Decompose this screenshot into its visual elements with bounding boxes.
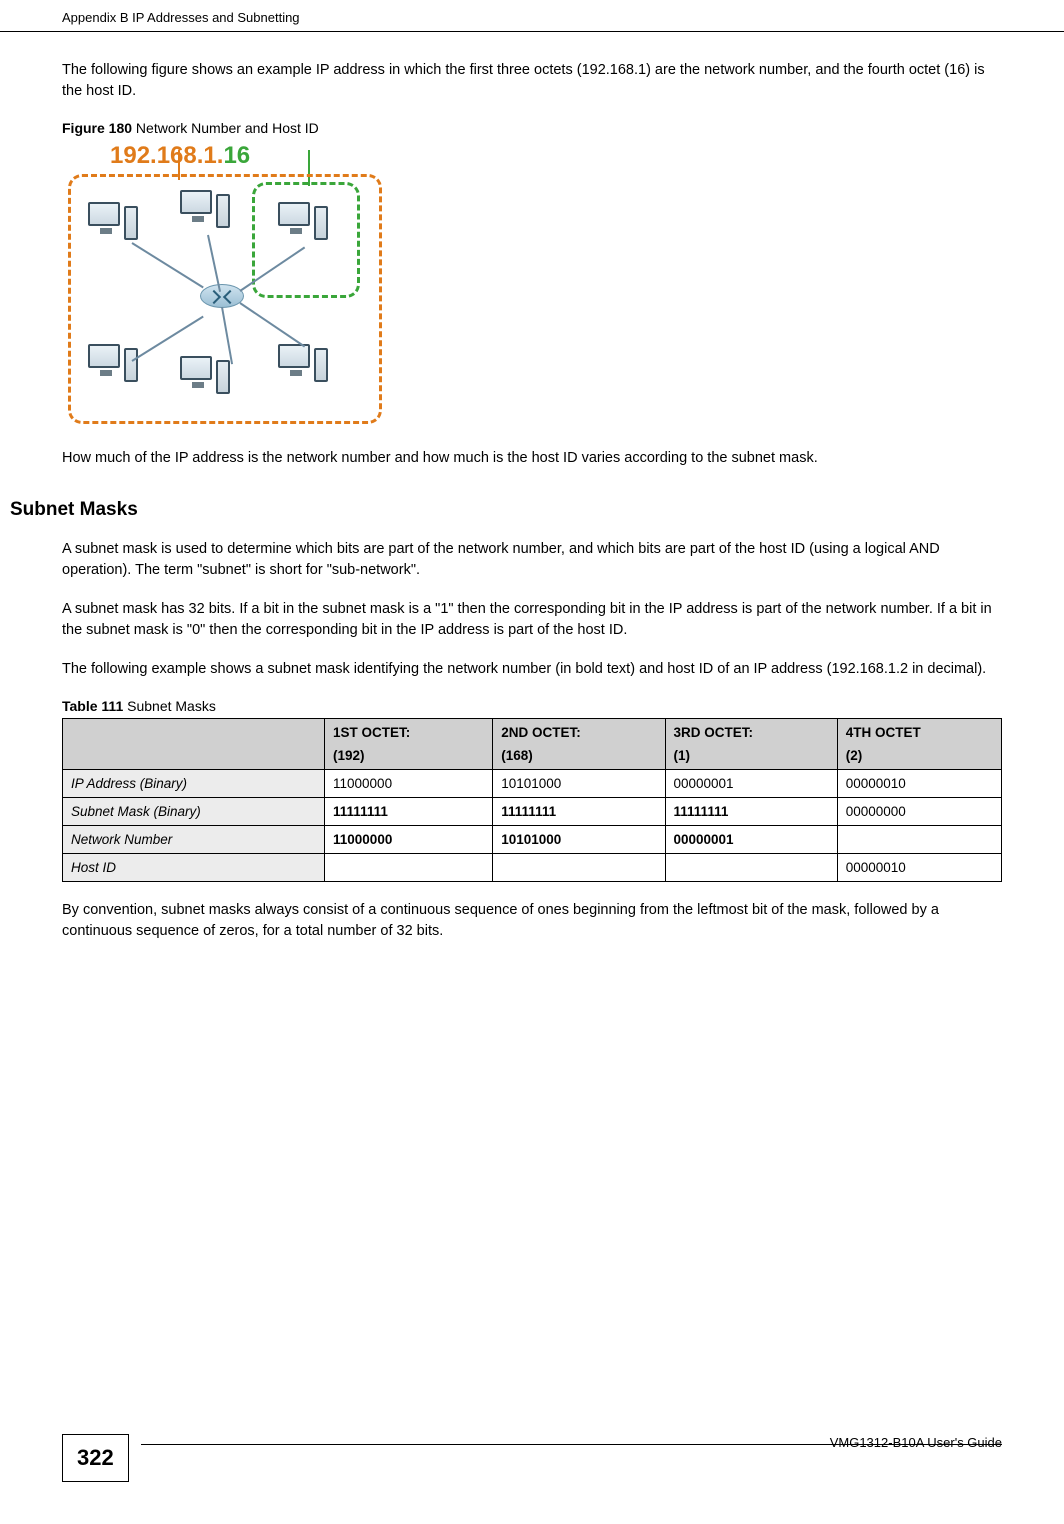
footer-line: VMG1312-B10A User's Guide [141, 1444, 1002, 1445]
subnet-table: 1ST OCTET: (192) 2ND OCTET: (168) 3RD OC… [62, 718, 1002, 882]
page-content: The following figure shows an example IP… [0, 60, 1064, 942]
table-cell [837, 826, 1001, 854]
ip-network-part: 192.168.1. [110, 142, 223, 169]
pc-icon [88, 202, 142, 256]
row-label: Subnet Mask (Binary) [63, 798, 325, 826]
table-body: IP Address (Binary)110000001010100000000… [63, 770, 1002, 882]
section-heading: Subnet Masks [10, 499, 1002, 521]
table-row: Host ID 00000010 [63, 854, 1002, 882]
table-header-col2: 2ND OCTET: (168) [493, 719, 665, 770]
table-cell: 11111111 [325, 798, 493, 826]
table-cell [665, 854, 837, 882]
header-line2: (192) [333, 748, 484, 763]
table-cell: 11000000 [325, 826, 493, 854]
ip-host-part: 16 [223, 142, 250, 169]
table-cell: 11000000 [325, 770, 493, 798]
table-cell: 10101000 [493, 826, 665, 854]
header-line2: (168) [501, 748, 656, 763]
table-cell: 00000001 [665, 826, 837, 854]
header-line1: 2ND OCTET: [501, 725, 656, 740]
after-figure-paragraph: How much of the IP address is the networ… [62, 448, 1002, 469]
table-caption-rest: Subnet Masks [123, 698, 216, 714]
pc-icon [88, 344, 142, 398]
table-caption: Table 111 Subnet Masks [62, 698, 1002, 714]
figure-label-bold: Figure 180 [62, 120, 132, 136]
table-cell: 00000010 [837, 854, 1001, 882]
header-left: Appendix B IP Addresses and Subnetting [62, 10, 300, 25]
closing-paragraph: By convention, subnet masks always consi… [62, 900, 1002, 942]
page-header: Appendix B IP Addresses and Subnetting [0, 0, 1064, 32]
row-label: Network Number [63, 826, 325, 854]
header-line1: 3RD OCTET: [674, 725, 829, 740]
table-header-row: 1ST OCTET: (192) 2ND OCTET: (168) 3RD OC… [63, 719, 1002, 770]
router-icon [200, 284, 244, 308]
table-header-col1: 1ST OCTET: (192) [325, 719, 493, 770]
table-cell: 00000010 [837, 770, 1001, 798]
pc-icon [278, 344, 332, 398]
row-label: Host ID [63, 854, 325, 882]
table-cell: 11111111 [493, 798, 665, 826]
table-row: IP Address (Binary)110000001010100000000… [63, 770, 1002, 798]
table-header-col4: 4TH OCTET (2) [837, 719, 1001, 770]
figure-label-rest: Network Number and Host ID [132, 120, 319, 136]
header-line2: (1) [674, 748, 829, 763]
figure-ip-text: 192.168.1.16 [110, 142, 1002, 170]
header-line2: (2) [846, 748, 993, 763]
table-header-blank [63, 719, 325, 770]
header-line1: 1ST OCTET: [333, 725, 484, 740]
table-cell: 11111111 [665, 798, 837, 826]
subnet-para-1: A subnet mask is used to determine which… [62, 539, 1002, 581]
table-header-col3: 3RD OCTET: (1) [665, 719, 837, 770]
page-number: 322 [62, 1434, 129, 1482]
page-footer: 322 VMG1312-B10A User's Guide [62, 1434, 1002, 1482]
intro-paragraph: The following figure shows an example IP… [62, 60, 1002, 102]
footer-guide: VMG1312-B10A User's Guide [830, 1435, 1002, 1450]
table-cell: 00000001 [665, 770, 837, 798]
network-diagram [62, 172, 388, 430]
row-label: IP Address (Binary) [63, 770, 325, 798]
subnet-para-2: A subnet mask has 32 bits. If a bit in t… [62, 599, 1002, 641]
header-line1: 4TH OCTET [846, 725, 993, 740]
table-cell: 00000000 [837, 798, 1001, 826]
subnet-para-3: The following example shows a subnet mas… [62, 659, 1002, 680]
table-row: Subnet Mask (Binary)11111111111111111111… [63, 798, 1002, 826]
pc-icon [180, 356, 234, 410]
table-caption-bold: Table 111 [62, 698, 123, 714]
table-cell: 10101000 [493, 770, 665, 798]
table-row: Network Number110000001010100000000001 [63, 826, 1002, 854]
table-cell [493, 854, 665, 882]
figure-area: 192.168.1.16 [62, 142, 1002, 430]
table-cell [325, 854, 493, 882]
figure-caption: Figure 180 Network Number and Host ID [62, 120, 1002, 136]
